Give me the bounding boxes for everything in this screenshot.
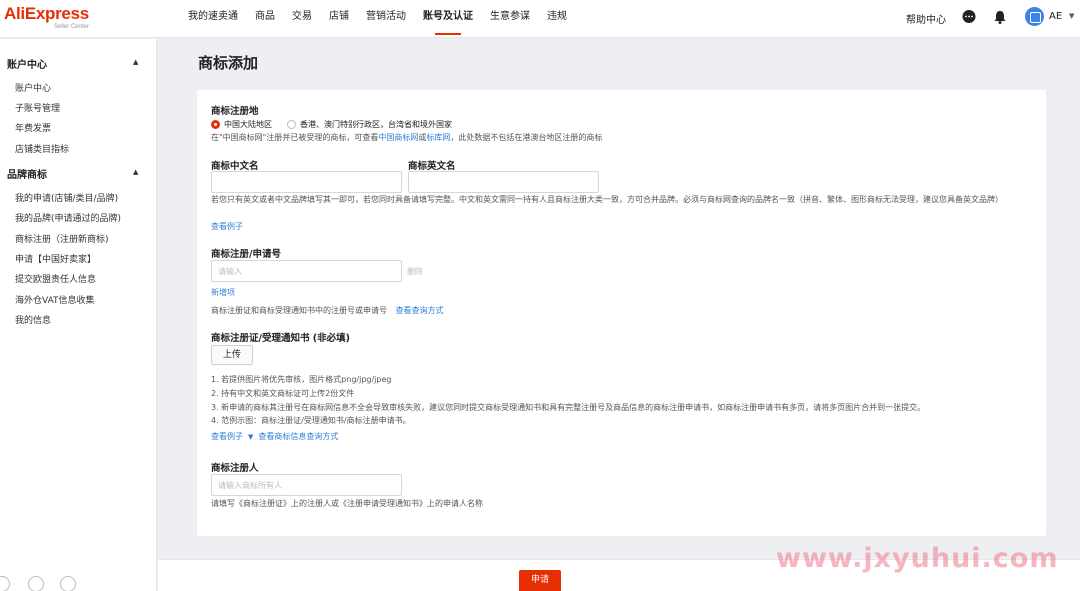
chevron-up-icon[interactable]: ▲	[133, 168, 138, 176]
nav-item-marketing[interactable]: 营销活动	[366, 0, 406, 38]
registrant-label: 商标注册人	[211, 463, 259, 474]
aliexpress-logo[interactable]: AliExpress Seller Center	[4, 4, 89, 31]
logo-subtext: Seller Center	[53, 24, 89, 30]
view-query-method-link[interactable]: 查看查询方式	[396, 306, 444, 315]
chevron-down-icon[interactable]: ▼	[1069, 12, 1074, 20]
reg-no-delete[interactable]: 删除	[407, 266, 423, 277]
page-title: 商标添加	[198, 54, 259, 72]
sidebar-item-annual-invoice[interactable]: 年费发票	[15, 121, 51, 134]
name-cn-input[interactable]	[211, 171, 402, 193]
help-center-link[interactable]: 帮助中心	[906, 11, 946, 26]
region-option-mainland[interactable]: 中国大陆地区	[224, 119, 272, 130]
submit-button[interactable]: 申请	[519, 570, 561, 591]
sidebar-item-good-seller[interactable]: 申请【中国好卖家】	[15, 252, 96, 265]
caret-down-icon[interactable]: ▼	[248, 433, 253, 441]
certificate-example-link[interactable]: 查看例子	[211, 432, 243, 441]
region-radio-overseas[interactable]	[287, 120, 296, 129]
reg-no-hint: 商标注册证和商标受理通知书中的注册号或申请号 查看查询方式	[211, 305, 444, 316]
main-nav: 我的速卖通 商品 交易 店铺 营销活动 账号及认证 生意参谋 违规	[188, 0, 584, 38]
reg-no-hint-text: 商标注册证和商标受理通知书中的注册号或申请号	[211, 306, 387, 315]
chevron-up-icon[interactable]: ▲	[133, 58, 138, 66]
nav-item-violations[interactable]: 违规	[547, 0, 567, 38]
sidebar-item-my-applications[interactable]: 我的申请(店铺/类目/品牌)	[15, 191, 118, 204]
logo-text: AliExpress	[4, 4, 89, 23]
upload-button[interactable]: 上传	[211, 345, 253, 365]
sidebar-group-brand[interactable]: 品牌商标	[7, 166, 47, 181]
search-icon[interactable]	[28, 576, 44, 591]
name-example-link[interactable]: 查看例子	[211, 221, 243, 232]
watermark: www.jxyuhui.com	[776, 543, 1059, 574]
sidebar-group-account[interactable]: 账户中心	[7, 56, 47, 71]
sidebar-item-overseas-vat[interactable]: 海外仓VAT信息收集	[15, 293, 95, 306]
sidebar-item-eu-responsible-person[interactable]: 提交欧盟责任人信息	[15, 272, 96, 285]
more-icon[interactable]	[60, 576, 76, 591]
nav-item-my-aliexpress[interactable]: 我的速卖通	[188, 0, 238, 38]
bell-icon[interactable]	[992, 9, 1008, 25]
name-hint: 若您只有英文或者中文品牌填写其一即可，若您同时具备请填写完整。中文和英文需同一持…	[211, 195, 1003, 204]
add-reg-no-link[interactable]: 新增项	[211, 287, 235, 298]
sidebar: 账户中心 ▲ 账户中心 子账号管理 年费发票 店铺类目指标 品牌商标 ▲ 我的申…	[0, 39, 157, 591]
nav-item-orders[interactable]: 交易	[292, 0, 312, 38]
nav-item-account-auth[interactable]: 账号及认证	[423, 0, 473, 38]
certificate-note-3: 3. 新申请的商标其注册号在商标网信息不全会导致审核失败，建议您同时提交商标受理…	[211, 403, 926, 412]
region-hint: 在"中国商标网"注册并已被受理的商标，可查看中国商标网或标库网，此处数据不包括在…	[211, 132, 602, 143]
certificate-label: 商标注册证/受理通知书 (非必填)	[211, 333, 350, 344]
region-radio-mainland[interactable]	[211, 120, 220, 129]
sidebar-item-my-brands[interactable]: 我的品牌(申请通过的品牌)	[15, 211, 121, 224]
sidebar-item-category-metrics[interactable]: 店铺类目指标	[15, 142, 69, 155]
registrant-hint: 请填写《商标注册证》上的注册人或《注册申请受理通知书》上的申请人名称	[211, 499, 483, 508]
nav-item-business-advisor[interactable]: 生意参谋	[490, 0, 530, 38]
trademark-query-method-link[interactable]: 查看商标信息查询方式	[258, 432, 338, 441]
user-avatar[interactable]	[1025, 7, 1044, 26]
registrant-input[interactable]	[211, 474, 402, 496]
reg-no-input[interactable]	[211, 260, 402, 282]
sidebar-item-trademark-registration[interactable]: 商标注册（注册新商标)	[15, 232, 109, 245]
region-label: 商标注册地	[211, 106, 259, 117]
nav-item-store[interactable]: 店铺	[329, 0, 349, 38]
top-navigation-bar: AliExpress Seller Center 我的速卖通 商品 交易 店铺 …	[0, 0, 1080, 38]
certificate-links: 查看例子 ▼ 查看商标信息查询方式	[211, 431, 338, 442]
reg-no-label: 商标注册/申请号	[211, 249, 281, 260]
tmkoo-link[interactable]: 标库网	[426, 133, 450, 142]
nav-item-products[interactable]: 商品	[255, 0, 275, 38]
name-en-label: 商标英文名	[408, 161, 456, 172]
lock-icon[interactable]	[0, 576, 10, 591]
sidebar-item-account-center[interactable]: 账户中心	[15, 81, 51, 94]
china-trademark-link[interactable]: 中国商标网	[378, 133, 418, 142]
user-name[interactable]: AE	[1049, 11, 1062, 22]
name-cn-label: 商标中文名	[211, 161, 259, 172]
trademark-form-card: 商标注册地 中国大陆地区 香港、澳门特别行政区，台湾省和境外国家 在"中国商标网…	[197, 90, 1046, 536]
certificate-note-1: 1. 若提供图片将优先审核，图片格式png/jpg/jpeg	[211, 375, 392, 384]
region-option-overseas[interactable]: 香港、澳门特别行政区，台湾省和境外国家	[300, 119, 452, 130]
name-en-input[interactable]	[408, 171, 599, 193]
sidebar-tools	[0, 573, 157, 591]
region-hint-prefix: 在"中国商标网"注册并已被受理的商标，可查看	[211, 133, 379, 142]
region-hint-suffix: ，此处数据不包括在港澳台地区注册的商标	[450, 133, 603, 142]
certificate-note-4: 4. 范例示图：商标注册证/受理通知书/商标注册申请书。	[211, 416, 411, 425]
sidebar-item-my-info[interactable]: 我的信息	[15, 313, 51, 326]
sidebar-item-sub-accounts[interactable]: 子账号管理	[15, 101, 60, 114]
certificate-note-2: 2. 持有中文和英文商标证可上传2份文件	[211, 389, 355, 398]
message-icon[interactable]	[961, 9, 977, 25]
